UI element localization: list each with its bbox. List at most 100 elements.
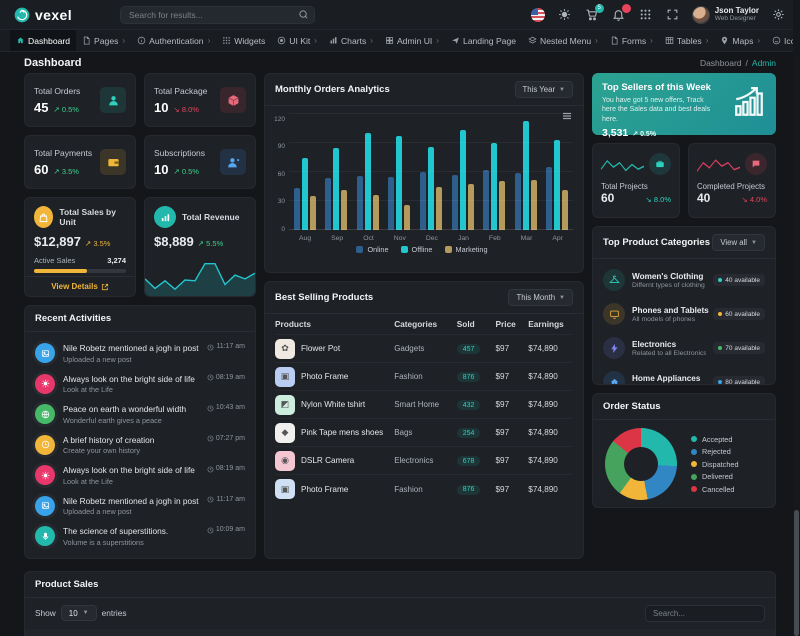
settings-button[interactable] (770, 7, 786, 23)
product-row[interactable]: ◩Nylon White tshirt Smart Home 432 $97 $… (275, 391, 573, 419)
home-icon (609, 377, 620, 386)
order-status-legend-dispatched[interactable]: Dispatched (691, 460, 739, 469)
best-selling-period-dropdown[interactable]: This Month▼ (508, 289, 573, 306)
nav-item-widgets[interactable]: Widgets (216, 30, 271, 51)
chevron-right-icon: › (757, 36, 760, 45)
view-details-link[interactable]: View Details (25, 276, 135, 296)
order-status-legend-cancelled[interactable]: Cancelled (691, 485, 739, 494)
activity-item[interactable]: A brief history of creation Create your … (35, 430, 245, 461)
activity-item[interactable]: Always look on the bright side of life L… (35, 460, 245, 491)
project-label: Total Projects (601, 182, 671, 191)
breadcrumb-parent[interactable]: Dashboard (700, 58, 742, 68)
apps-grid-button[interactable] (638, 7, 654, 23)
page-scrollbar[interactable] (793, 0, 800, 636)
product-row[interactable]: ◆Pink Tape mens shoes Bags 254 $97 $74,8… (275, 419, 573, 447)
order-status-legend-rejected[interactable]: Rejected (691, 447, 739, 456)
mic-icon (41, 532, 50, 541)
gridline (289, 200, 573, 201)
order-status-legend-accepted[interactable]: Accepted (691, 435, 739, 444)
category-item-women-s-clothing[interactable]: Women's Clothing Differnt types of cloth… (603, 263, 765, 297)
activity-item[interactable]: Nile Robetz mentioned a jogh in post Upl… (35, 491, 245, 522)
column-earnings: Earnings (528, 319, 573, 329)
product-sales-controls: Show 10▼ entries (25, 598, 775, 629)
top-sellers-card: Top Sellers of this Week You have got 5 … (592, 73, 776, 135)
search-input[interactable] (120, 6, 315, 24)
column-product[interactable]: Product⇅ (130, 629, 273, 636)
bar-groups (289, 114, 573, 230)
total-projects-sparkline (601, 151, 644, 177)
language-flag-button[interactable] (530, 7, 546, 23)
activity-time: 08:19 am (207, 374, 245, 395)
product-row[interactable]: ▣Photo Frame Fashion 876 $97 $74,890 (275, 475, 573, 503)
middle-column: Monthly Orders Analytics This Year▼ 1209… (264, 73, 584, 559)
period-dropdown[interactable]: This Year▼ (515, 81, 573, 98)
column-price[interactable]: Price⇅ (588, 629, 648, 636)
column-actions[interactable]: Actions (730, 629, 775, 636)
nav-item-landing-page[interactable]: Landing Page (445, 30, 522, 51)
product-earnings: $74,890 (528, 456, 573, 465)
column-ratings[interactable]: Ratings⇅ (273, 629, 363, 636)
revenue-sparkline (145, 258, 255, 296)
legend-item-offline[interactable]: Offline (401, 245, 433, 254)
user-menu[interactable]: Json Taylor Web Designer (692, 6, 759, 24)
category-item-electronics[interactable]: Electronics Related to all Electronics 7… (603, 331, 765, 365)
landing-page-icon (451, 36, 460, 45)
bar-group-jan (452, 114, 474, 230)
clock-icon (207, 404, 214, 411)
activity-item[interactable]: Peace on earth a wonderful width Wonderf… (35, 399, 245, 430)
scrollbar-thumb[interactable] (794, 510, 799, 636)
activity-item[interactable]: Always look on the bright side of life L… (35, 369, 245, 400)
gridline (289, 113, 573, 114)
sold-badge: 254 (457, 428, 481, 438)
column-ordered-date[interactable]: Ordered date⇅ (648, 629, 731, 636)
column-order-no[interactable]: Order no⇅ (55, 629, 130, 636)
stat-value: 10 ↘ 8.0% (154, 100, 207, 115)
nav-item-maps[interactable]: Maps› (714, 30, 766, 51)
nav-item-charts[interactable]: Charts› (323, 30, 379, 51)
legend-item-online[interactable]: Online (356, 245, 388, 254)
view-all-dropdown[interactable]: View all▼ (712, 234, 765, 251)
nav-item-forms[interactable]: Forms› (604, 30, 659, 51)
activity-subtitle: Create your own history (63, 446, 199, 455)
column-customer[interactable]: Customer⇅ (363, 629, 453, 636)
bar-group-feb (483, 114, 505, 230)
cart-button[interactable]: 5 (584, 7, 600, 23)
nav-item-tables[interactable]: Tables› (659, 30, 715, 51)
activity-item[interactable]: The science of superstitions. Volume is … (35, 521, 245, 552)
project-delta: ↘ 4.0% (742, 195, 767, 204)
category-item-home-appliances[interactable]: Home Appliances Furnitures,gadgets etc..… (603, 365, 765, 385)
nav-item-pages[interactable]: Pages› (76, 30, 131, 51)
y-tick: 90 (278, 144, 285, 151)
fullscreen-button[interactable] (665, 7, 681, 23)
nav-item-dashboard[interactable]: Dashboard (10, 30, 76, 51)
nav-item-authentication[interactable]: Authentication› (131, 30, 216, 51)
hanger-icon (609, 275, 620, 286)
bar-online-sep (325, 178, 331, 230)
breadcrumb-current: Admin (752, 58, 776, 68)
brand[interactable]: vexel (14, 7, 110, 23)
product-row[interactable]: ▣Photo Frame Fashion 876 $97 $74,890 (275, 363, 573, 391)
notifications-button[interactable] (611, 7, 627, 23)
category-item-phones-and-tablets[interactable]: Phones and Tablets All models of phones … (603, 297, 765, 331)
best-selling-card: Best Selling Products This Month▼ Produc… (264, 281, 584, 559)
table-search-input[interactable] (645, 605, 765, 622)
stat-card-total-orders: Total Orders 45 ↗ 0.5% (24, 73, 136, 127)
column-quantity[interactable]: Quantity⇅ (453, 629, 506, 636)
activity-item[interactable]: Nile Robetz mentioned a jogh in post Upl… (35, 338, 245, 369)
availability-badge: 60 available (713, 308, 765, 320)
entries-select[interactable]: 10▼ (61, 605, 97, 621)
order-status-legend-delivered[interactable]: Delivered (691, 472, 739, 481)
activity-title: Peace on earth a wonderful width (63, 404, 199, 414)
nav-item-ui-kit[interactable]: UI Kit› (271, 30, 323, 51)
theme-toggle-button[interactable] (557, 7, 573, 23)
widgets-icon (222, 36, 231, 45)
product-row[interactable]: ✿Flower Pot Gadgets 457 $97 $74,890 (275, 335, 573, 363)
nav-item-nested-menu[interactable]: Nested Menu› (522, 30, 604, 51)
product-row[interactable]: ◉DSLR Camera Electronics 678 $97 $74,890 (275, 447, 573, 475)
product-category: Bags (394, 428, 457, 437)
legend-item-marketing[interactable]: Marketing (445, 245, 488, 254)
sun-icon (41, 471, 50, 480)
column-status[interactable]: Status⇅ (505, 629, 588, 636)
gridline (289, 171, 573, 172)
nav-item-admin-ui[interactable]: Admin UI› (379, 30, 445, 51)
